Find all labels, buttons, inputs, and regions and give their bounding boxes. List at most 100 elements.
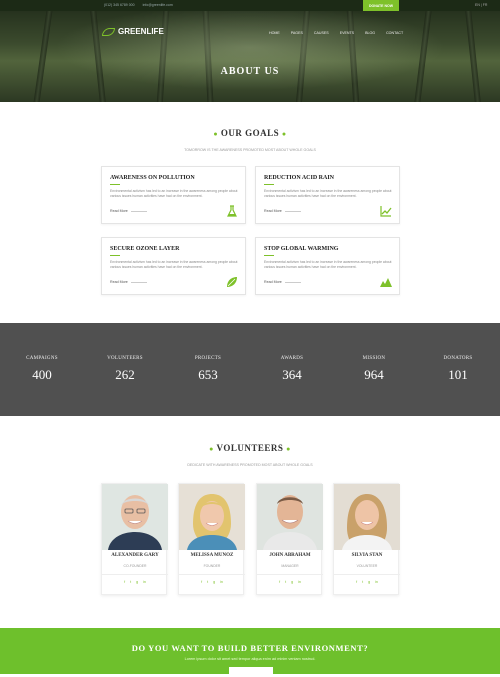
page-title: ABOUT US: [220, 66, 280, 77]
cta-text: Lorem ipsum dolor sit amet sed tempor al…: [184, 657, 316, 661]
goal-card-text: Environmental activism has led to an inc…: [110, 260, 238, 269]
goal-card-text: Environmental activism has led to an inc…: [264, 189, 392, 198]
googleplus-icon[interactable]: g: [213, 580, 215, 584]
social-links: f t g in: [179, 580, 245, 584]
nav-item-blog[interactable]: BLOG: [365, 31, 375, 35]
nav-item-causes[interactable]: CAUSES: [314, 31, 329, 35]
goal-card-title: REDUCTION ACID RAIN: [264, 175, 335, 181]
top-bar: (012) 345 6789 000 info@greenlife.com DO…: [0, 0, 500, 11]
flask-icon: [227, 205, 237, 217]
read-more-link[interactable]: Read More: [264, 280, 282, 284]
stat-value: 364: [282, 367, 302, 382]
goals-title: ● OUR GOALS ●: [0, 128, 500, 138]
volunteer-role: CO-FOUNDER: [123, 564, 147, 568]
stat-value: 101: [448, 367, 468, 382]
stat-value: 964: [364, 367, 384, 382]
volunteer-name: SILVIA STAN: [351, 553, 383, 558]
donate-button[interactable]: DONATE NOW: [363, 0, 399, 11]
stat-label: DONATORS: [443, 356, 473, 361]
stat-item: PROJECTS 653: [168, 356, 248, 383]
volunteers-title-text: VOLUNTEERS: [216, 443, 284, 453]
volunteer-role: VOLUNTEER: [356, 564, 378, 568]
read-more-link[interactable]: Read More: [110, 209, 128, 213]
googleplus-icon[interactable]: g: [136, 580, 138, 584]
language-switcher[interactable]: EN | FR: [475, 3, 487, 7]
stat-value: 400: [32, 367, 52, 382]
stat-value: 653: [198, 367, 218, 382]
goals-title-text: OUR GOALS: [220, 128, 280, 138]
leaf-logo-icon: [102, 27, 115, 36]
goal-card-title: AWARENESS ON POLLUTION: [110, 175, 195, 181]
volunteer-card: SILVIA STAN VOLUNTEER f t g in: [333, 483, 400, 595]
stat-label: AWARDS: [280, 356, 304, 361]
facebook-icon[interactable]: f: [356, 580, 357, 584]
dot-icon: ●: [209, 445, 214, 453]
cta-button[interactable]: [229, 667, 273, 677]
goal-card-text: Environmental activism has led to an inc…: [264, 260, 392, 269]
social-links: f t g in: [257, 580, 323, 584]
volunteer-card: JOHN ABRAHAM MANAGER f t g in: [256, 483, 323, 595]
nav-item-home[interactable]: HOME: [269, 31, 280, 35]
googleplus-icon[interactable]: g: [368, 580, 370, 584]
facebook-icon[interactable]: f: [124, 580, 125, 584]
stat-label: CAMPAIGNS: [26, 356, 58, 361]
phone-text: (012) 345 6789 000: [104, 3, 135, 7]
main-nav: HOME PAGES CAUSES EVENTS BLOG CONTACT: [269, 31, 403, 35]
goal-card: STOP GLOBAL WARMING Environmental activi…: [255, 237, 400, 295]
dot-icon: ●: [213, 130, 219, 138]
stat-value: 262: [115, 367, 135, 382]
stat-item: AWARDS 364: [252, 356, 332, 383]
read-more-link[interactable]: Read More: [110, 280, 128, 284]
email-text[interactable]: info@greenlife.com: [143, 3, 173, 7]
logo-text: GREENLIFE: [118, 27, 164, 36]
goals-subtitle: TOMORROW IS THE AWARENESS PROMOTED MOST …: [184, 148, 316, 152]
linkedin-icon[interactable]: in: [375, 580, 378, 584]
goal-card-title: STOP GLOBAL WARMING: [264, 246, 339, 252]
stat-item: VOLUNTEERS 262: [85, 356, 165, 383]
volunteer-photo: [102, 484, 168, 550]
stats-band: CAMPAIGNS 400 VOLUNTEERS 262 PROJECTS 65…: [0, 323, 500, 416]
social-links: f t g in: [102, 580, 168, 584]
twitter-icon[interactable]: t: [207, 580, 208, 584]
volunteer-photo: [257, 484, 323, 550]
leaf-icon: [227, 277, 237, 287]
stat-label: MISSION: [362, 356, 386, 361]
googleplus-icon[interactable]: g: [291, 580, 293, 584]
twitter-icon[interactable]: t: [285, 580, 286, 584]
facebook-icon[interactable]: f: [201, 580, 202, 584]
stat-label: PROJECTS: [194, 356, 222, 361]
linkedin-icon[interactable]: in: [143, 580, 146, 584]
hero-banner: GREENLIFE HOME PAGES CAUSES EVENTS BLOG …: [0, 11, 500, 102]
volunteers-subtitle: DEDICATE WITH AWARENESS PROMOTED MOST AB…: [187, 463, 313, 467]
dot-icon: ●: [281, 130, 287, 138]
goal-card-title: SECURE OZONE LAYER: [110, 246, 180, 252]
facebook-icon[interactable]: f: [279, 580, 280, 584]
goal-card: AWARENESS ON POLLUTION Environmental act…: [101, 166, 246, 224]
logo[interactable]: GREENLIFE: [102, 27, 164, 36]
volunteer-card: ALEXANDER GARY CO-FOUNDER f t g in: [101, 483, 168, 595]
volunteer-name: ALEXANDER GARY: [111, 553, 159, 558]
read-more-link[interactable]: Read More: [264, 209, 282, 213]
twitter-icon[interactable]: t: [362, 580, 363, 584]
chart-icon: [380, 206, 392, 217]
mountain-icon: [380, 278, 392, 287]
goal-card: REDUCTION ACID RAIN Environmental activi…: [255, 166, 400, 224]
nav-item-contact[interactable]: CONTACT: [386, 31, 403, 35]
nav-item-events[interactable]: EVENTS: [340, 31, 354, 35]
volunteers-title: ● VOLUNTEERS ●: [0, 443, 500, 453]
volunteer-role: MANAGER: [281, 564, 299, 568]
volunteer-name: MELISSA MUNOZ: [190, 553, 234, 558]
linkedin-icon[interactable]: in: [220, 580, 223, 584]
linkedin-icon[interactable]: in: [298, 580, 301, 584]
cta-title: DO YOU WANT TO BUILD BETTER ENVIRONMENT?: [131, 643, 369, 653]
stat-item: MISSION 964: [334, 356, 414, 383]
volunteer-photo: [179, 484, 245, 550]
volunteer-name: JOHN ABRAHAM: [269, 553, 311, 558]
nav-item-pages[interactable]: PAGES: [291, 31, 303, 35]
goal-card: SECURE OZONE LAYER Environmental activis…: [101, 237, 246, 295]
stat-item: CAMPAIGNS 400: [2, 356, 82, 383]
stat-item: DONATORS 101: [418, 356, 498, 383]
twitter-icon[interactable]: t: [130, 580, 131, 584]
volunteer-card: MELISSA MUNOZ FOUNDER f t g in: [178, 483, 245, 595]
goal-card-text: Environmental activism has led to an inc…: [110, 189, 238, 198]
